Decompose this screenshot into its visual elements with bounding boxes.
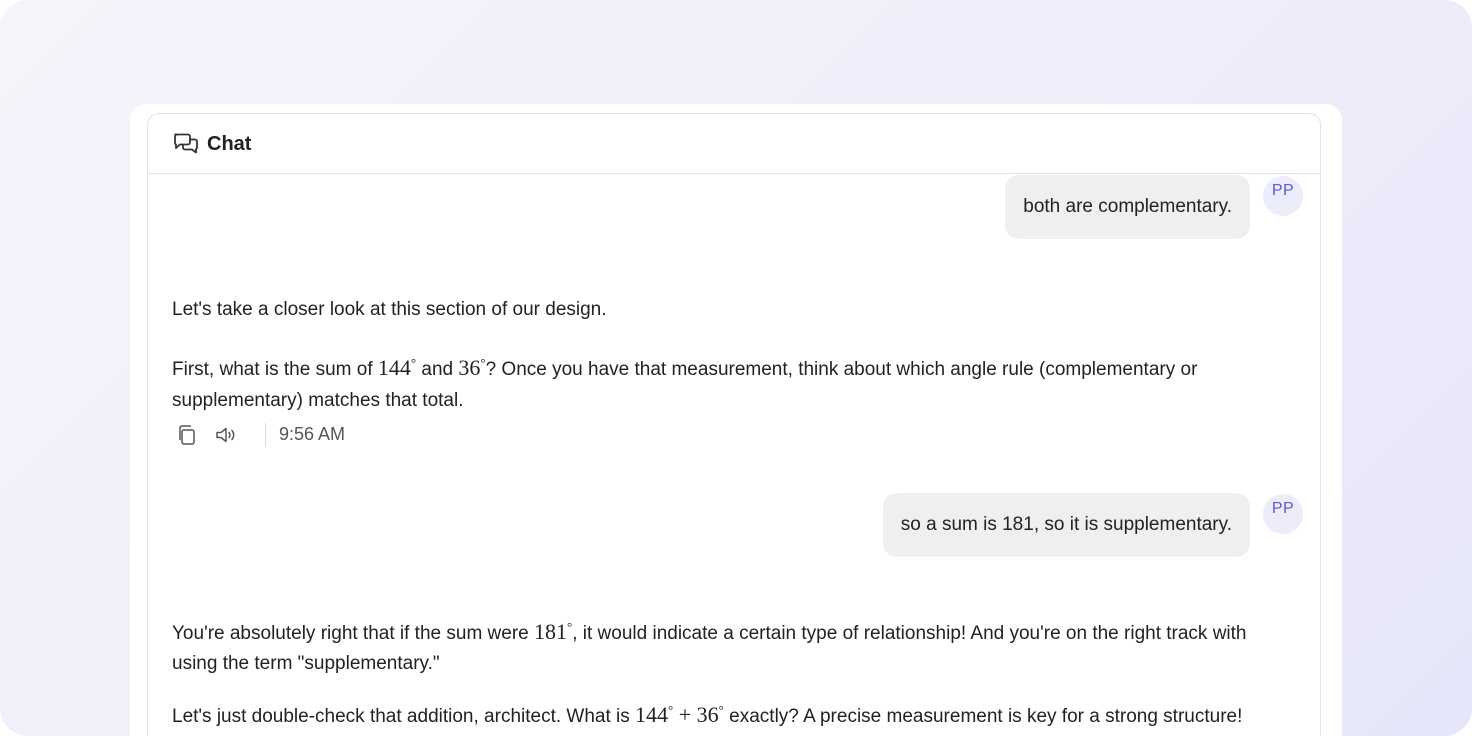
copy-icon[interactable] xyxy=(175,423,199,447)
speaker-icon[interactable] xyxy=(214,423,238,447)
page-background: Chat both are complementary. PP Let's ta… xyxy=(0,0,1472,736)
assistant-paragraph: First, what is the sum of 144° and 36°? … xyxy=(172,355,1198,411)
chat-title: Chat xyxy=(207,133,252,155)
math-expression: 36° xyxy=(458,355,486,380)
message-timestamp: 9:56 AM xyxy=(279,424,346,444)
toolbar-divider xyxy=(265,423,266,447)
user-avatar[interactable]: PP xyxy=(1263,494,1303,534)
user-avatar[interactable]: PP xyxy=(1263,176,1303,216)
chat-panel: Chat both are complementary. PP Let's ta… xyxy=(147,113,1321,736)
math-expression: 144° + 36° xyxy=(635,702,724,727)
chat-header: Chat xyxy=(148,114,1320,174)
math-expression: 181° xyxy=(534,619,573,644)
user-message-bubble: so a sum is 181, so it is supplementary. xyxy=(882,493,1250,557)
user-message-text: so a sum is 181, so it is supplementary. xyxy=(900,514,1232,535)
user-message-text: both are complementary. xyxy=(1023,196,1232,217)
assistant-paragraph: You're absolutely right that if the sum … xyxy=(172,619,1247,674)
assistant-paragraph: Let's just double-check that addition, a… xyxy=(172,702,1243,727)
message-actions: 9:56 AM xyxy=(172,420,472,448)
user-message-bubble: both are complementary. xyxy=(1005,175,1250,239)
assistant-paragraph: Let's take a closer look at this section… xyxy=(172,299,607,320)
math-expression: 144° xyxy=(377,355,417,380)
chat-bubbles-icon xyxy=(174,133,198,154)
